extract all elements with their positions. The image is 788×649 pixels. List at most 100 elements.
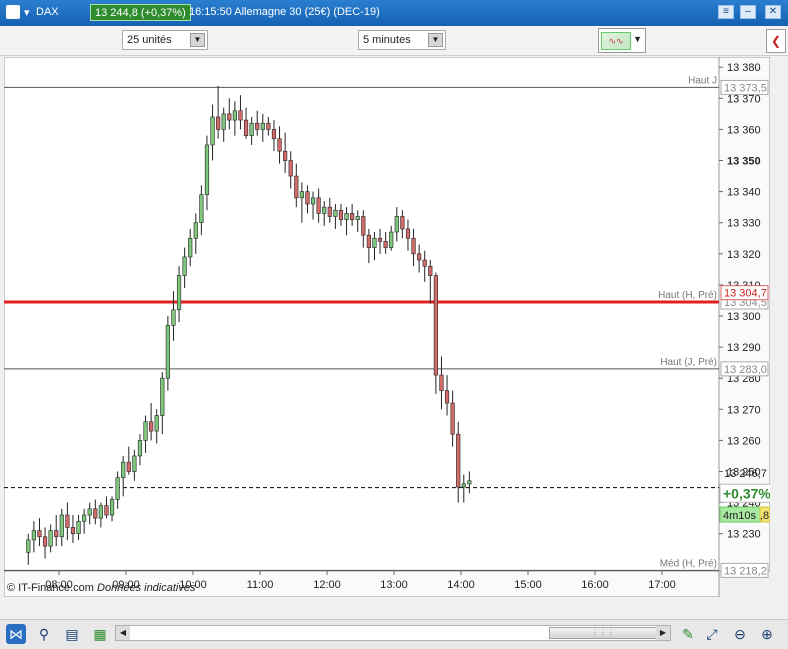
y-tick-label: 13 340 — [727, 187, 761, 199]
candle-body — [433, 275, 438, 376]
candle-body — [126, 461, 131, 472]
candle-body — [37, 530, 42, 538]
candle-body — [26, 539, 31, 553]
scrollbar-thumb[interactable]: ⋮⋮⋮ — [549, 627, 657, 639]
candle-body — [199, 194, 204, 224]
candle-body — [322, 206, 327, 214]
candle-body — [456, 433, 461, 488]
scroll-left-icon[interactable]: ◀ — [116, 626, 130, 640]
chart-types-icon[interactable]: ▦ — [90, 624, 110, 644]
candle-body — [394, 216, 399, 233]
candle-body — [149, 421, 154, 432]
chevron-down-icon[interactable]: ▼ — [190, 33, 205, 47]
change-pct-label: +0,37% — [723, 485, 770, 501]
candle-body — [210, 116, 215, 146]
minimize-button[interactable]: – — [740, 5, 756, 19]
level-label: Haut (H, Pré) — [658, 290, 717, 301]
candle-body — [283, 150, 288, 161]
candle-body — [137, 440, 143, 457]
interval-select[interactable]: 5 minutes ▼ — [358, 30, 446, 50]
candle-body — [238, 110, 243, 121]
share-icon[interactable]: ⋈ — [6, 624, 26, 644]
scroll-right-icon[interactable]: ▶ — [656, 626, 670, 640]
toolbar: 25 unités ▼ 5 minutes ▼ ∿∿ ▼ ❮ — [0, 26, 788, 56]
y-tick-label: 13 320 — [727, 249, 761, 261]
zoom-in-icon[interactable]: ⊕ — [757, 624, 777, 644]
zoom-out-icon[interactable]: ⊖ — [730, 624, 750, 644]
units-select-value: 25 unités — [127, 34, 172, 46]
candle-body — [294, 175, 299, 199]
candle-body — [405, 228, 411, 239]
y-tick-label: 13 230 — [727, 529, 761, 541]
candle-body — [428, 265, 433, 276]
candle-body — [344, 213, 349, 220]
candle-body — [121, 461, 126, 479]
level-value-label: 13 283,0 — [724, 364, 767, 376]
candle-body — [243, 119, 249, 136]
candle-body — [143, 421, 148, 441]
candle-body — [109, 499, 115, 516]
price-chart[interactable]: 13 380 13 370 13 360 13 350 13 340 13 330 13 3… — [4, 57, 770, 597]
chart-area[interactable]: 13 380 13 370 13 360 13 350 13 340 13 330 13 3… — [4, 57, 770, 597]
order-book-icon[interactable]: ▤ — [62, 624, 82, 644]
level-value-label: 13 218,2 — [724, 565, 767, 577]
copyright-text: © IT-Finance.com — [7, 582, 94, 594]
window-title: 16:15:50 Allemagne 30 (25€) (DEC-19) — [189, 6, 380, 18]
candle-body — [193, 222, 198, 239]
candle-body — [260, 122, 265, 130]
candle-body — [383, 241, 388, 248]
candle-body — [450, 402, 455, 435]
close-button[interactable]: ✕ — [765, 5, 781, 19]
candle-body — [31, 530, 36, 541]
candle-body — [232, 110, 237, 121]
candle-body — [65, 514, 70, 528]
candle-body — [98, 505, 103, 519]
interval-select-value: 5 minutes — [363, 34, 411, 46]
candle-body — [82, 514, 87, 522]
candle-body — [87, 508, 92, 516]
drawing-tools-icon[interactable]: ✎ — [678, 624, 698, 644]
candle-body — [310, 197, 316, 205]
units-select[interactable]: 25 unités ▼ — [122, 30, 208, 50]
x-tick-label: 14:00 — [447, 579, 475, 591]
candle-body — [115, 477, 120, 500]
candle-body — [389, 231, 394, 248]
chevron-down-icon[interactable]: ▼ — [428, 33, 443, 47]
caret-icon[interactable]: ▾ — [24, 6, 30, 19]
plot-background — [4, 57, 720, 572]
chevron-down-icon[interactable]: ▼ — [633, 34, 642, 44]
candle-body — [299, 191, 304, 199]
candle-body — [333, 209, 338, 217]
y-tick-label: 13 290 — [727, 342, 761, 354]
horizontal-scrollbar[interactable]: ◀ ⋮⋮⋮ ▶ — [115, 625, 671, 641]
side-panel-icon[interactable]: ❮ — [766, 29, 786, 53]
app-logo-icon — [6, 5, 20, 19]
fit-screen-icon[interactable]: ⤢ — [702, 624, 722, 644]
candle-body — [165, 325, 170, 379]
candle-body — [154, 415, 159, 432]
candle-body — [411, 237, 416, 255]
candle-body — [422, 259, 427, 267]
window-menu-button[interactable]: ≡ — [718, 5, 734, 19]
candle-body — [288, 160, 293, 177]
candle-body — [93, 508, 98, 519]
candle-body — [277, 138, 282, 152]
candle-body — [366, 234, 371, 248]
timer-suffix: ,8 — [760, 510, 769, 522]
candle-body — [104, 505, 109, 516]
candle-body — [132, 455, 137, 472]
red-price-tag: 13 304,7 — [724, 288, 767, 300]
candle-body — [221, 113, 226, 130]
candle-body — [467, 480, 472, 485]
indicators-button[interactable]: ∿∿ ▼ — [598, 28, 646, 53]
x-tick-label: 11:00 — [247, 579, 274, 591]
candle-body — [461, 483, 466, 488]
price-change-badge: 13 244,8 (+0,37%) — [90, 4, 191, 21]
candle-body — [266, 122, 271, 130]
candle-body — [361, 216, 366, 236]
y-tick-label: 13 300 — [727, 311, 761, 323]
candle-body — [160, 377, 165, 416]
candle-body — [249, 122, 254, 136]
x-tick-label: 15:00 — [514, 579, 542, 591]
search-settings-icon[interactable]: ⚲ — [34, 624, 54, 644]
